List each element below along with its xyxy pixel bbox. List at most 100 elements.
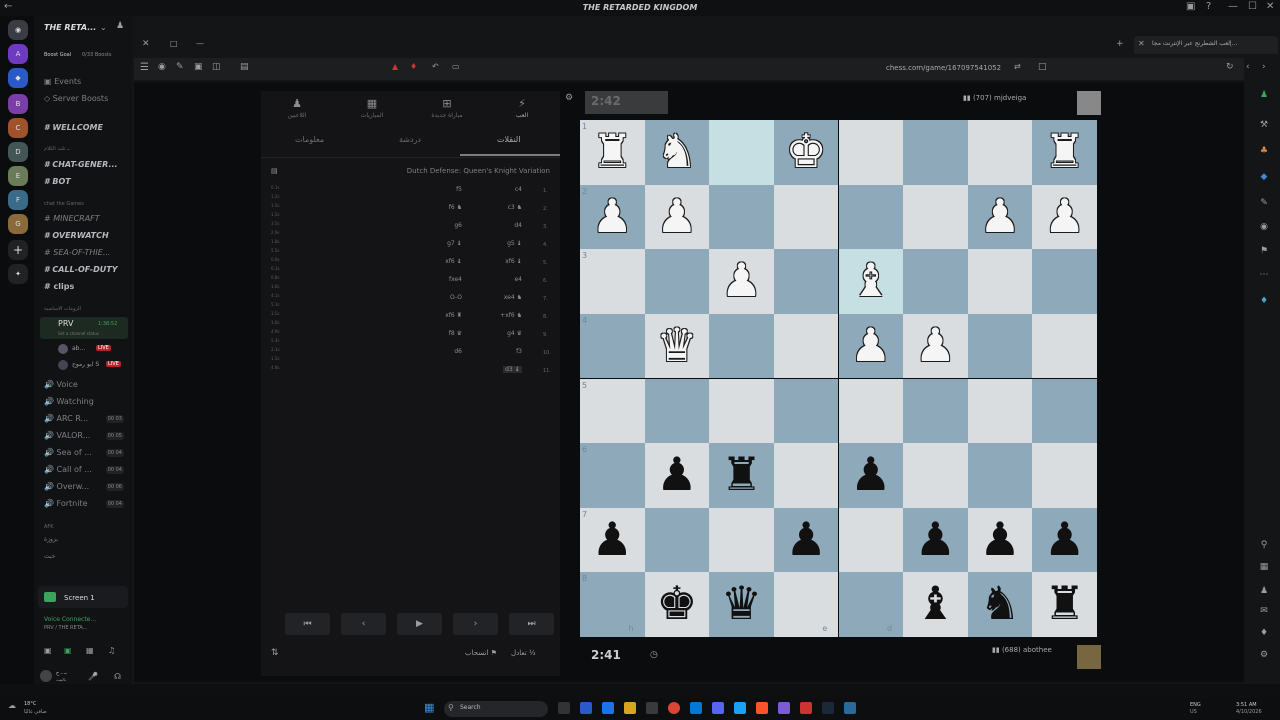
channel-item[interactable]: # CALL-OF-DUTY bbox=[44, 265, 118, 274]
black-move[interactable]: d6 bbox=[454, 348, 462, 355]
profile-icon[interactable]: ♟ bbox=[1258, 586, 1270, 596]
clock-date[interactable]: 4/10/2026 bbox=[1236, 709, 1262, 715]
board-square[interactable] bbox=[580, 572, 645, 637]
black-piece[interactable]: ♟ bbox=[645, 443, 710, 508]
minimize-button[interactable]: — bbox=[1228, 1, 1238, 12]
add-member-icon[interactable]: ♟ bbox=[116, 21, 124, 31]
board-square[interactable] bbox=[903, 378, 968, 444]
back-icon[interactable]: ← bbox=[4, 1, 12, 12]
tab-info[interactable]: معلومات bbox=[295, 135, 324, 144]
white-move[interactable]: g4 ♛ bbox=[507, 330, 522, 337]
white-move[interactable]: c3 ♞ bbox=[508, 204, 522, 211]
black-piece[interactable]: ♜ bbox=[709, 443, 774, 508]
explore-icon[interactable]: ✦ bbox=[8, 264, 28, 284]
bell-icon[interactable]: ♦ bbox=[1258, 628, 1270, 638]
board-square[interactable] bbox=[967, 378, 1033, 444]
share-icon[interactable]: ⇄ bbox=[1014, 62, 1021, 71]
user-icon[interactable]: ♟ bbox=[1258, 90, 1270, 100]
app-icon[interactable] bbox=[800, 702, 812, 714]
mail-icon[interactable]: ✉ bbox=[1258, 606, 1270, 616]
bookmark-icon[interactable]: □ bbox=[1038, 62, 1047, 72]
opponent-avatar[interactable] bbox=[1077, 91, 1101, 115]
server-icon[interactable]: G bbox=[8, 214, 28, 234]
white-piece[interactable]: ♟ bbox=[903, 314, 968, 379]
server-icon[interactable]: B bbox=[8, 94, 28, 114]
nav-play[interactable]: ⚡ العب bbox=[486, 91, 558, 127]
server-icon[interactable]: D bbox=[8, 142, 28, 162]
shield-icon[interactable]: ◉ bbox=[158, 62, 166, 72]
board-square[interactable] bbox=[1032, 443, 1097, 508]
black-move[interactable]: xf6 ♝ bbox=[445, 258, 462, 265]
extension-icon[interactable]: ⚑ bbox=[1258, 246, 1270, 256]
board-square[interactable] bbox=[1032, 313, 1097, 379]
maximize-button[interactable]: ☐ bbox=[1248, 1, 1257, 12]
black-piece[interactable]: ♟ bbox=[580, 508, 645, 573]
resign-button[interactable]: انسحاب ⚑ bbox=[465, 649, 497, 657]
gear-icon[interactable]: ⚙ bbox=[1258, 650, 1270, 660]
black-piece[interactable]: ♜ bbox=[1032, 572, 1097, 637]
player-avatar[interactable] bbox=[1077, 645, 1101, 669]
explorer-icon[interactable] bbox=[624, 702, 636, 714]
server-boosts-item[interactable]: ◇ Server Boosts bbox=[44, 94, 108, 103]
back-nav-icon[interactable]: ‹ bbox=[1246, 62, 1250, 72]
category-label[interactable]: AFK bbox=[44, 524, 54, 530]
board-square[interactable] bbox=[838, 120, 904, 185]
nav-players[interactable]: ♟ اللاعبين bbox=[261, 91, 333, 127]
server-icon[interactable]: E bbox=[8, 166, 28, 186]
black-piece[interactable]: ♟ bbox=[839, 443, 904, 508]
channel-item[interactable]: # CHAT-GENER... bbox=[44, 160, 118, 169]
inbox-icon[interactable]: ▣ bbox=[1186, 1, 1195, 12]
black-move[interactable]: O-O bbox=[450, 294, 462, 301]
avatar[interactable] bbox=[40, 670, 52, 682]
black-move[interactable]: f6 ♞ bbox=[449, 204, 462, 211]
sidebar-icon[interactable]: ◫ bbox=[212, 62, 221, 72]
board-square[interactable] bbox=[967, 313, 1033, 379]
tab-moves[interactable]: النقلات bbox=[497, 135, 520, 144]
white-piece[interactable]: ♟ bbox=[645, 185, 710, 250]
app-icon[interactable] bbox=[778, 702, 790, 714]
black-move[interactable]: g7 ♝ bbox=[447, 240, 462, 247]
app-icon[interactable] bbox=[690, 702, 702, 714]
boost-goal[interactable]: Boost Goal bbox=[44, 52, 71, 58]
flip-board-icon[interactable]: ⇅ bbox=[271, 648, 279, 658]
app-icon[interactable] bbox=[580, 702, 592, 714]
nav-games[interactable]: ▦ المباريات bbox=[336, 91, 408, 127]
board-square[interactable] bbox=[838, 507, 904, 573]
steam-icon[interactable] bbox=[822, 702, 834, 714]
binoculars-icon[interactable]: ◉ bbox=[1258, 222, 1270, 232]
weather-desc[interactable]: صافي غالبًا bbox=[24, 709, 47, 715]
brave-rewards-icon[interactable]: ▲ bbox=[392, 62, 398, 71]
board-square[interactable] bbox=[838, 378, 904, 444]
server-icon[interactable]: A bbox=[8, 44, 28, 64]
add-server-icon[interactable]: + bbox=[8, 240, 28, 260]
puzzle-icon[interactable]: ▦ bbox=[1258, 562, 1270, 572]
play-button[interactable]: ▶ bbox=[397, 613, 442, 635]
close-button[interactable]: ✕ bbox=[1266, 1, 1274, 12]
board-square[interactable] bbox=[903, 120, 968, 185]
black-piece[interactable]: ♟ bbox=[903, 508, 968, 573]
weather-icon[interactable]: ☁ bbox=[8, 701, 16, 710]
white-move[interactable]: +xf6 ♞ bbox=[500, 312, 522, 319]
white-piece[interactable]: ♜ bbox=[580, 120, 645, 185]
window-icon[interactable]: □ bbox=[170, 39, 178, 48]
share-screen-icon[interactable]: ▣ bbox=[64, 646, 72, 655]
discord-home-icon[interactable]: ◉ bbox=[8, 20, 28, 40]
brave-shields-icon[interactable]: ♦ bbox=[410, 62, 417, 71]
tab-title[interactable]: إلعب الشطرنج عبر الإنترنت مجا... bbox=[1152, 40, 1237, 47]
extension-icon[interactable]: ✎ bbox=[1258, 198, 1270, 208]
black-piece[interactable]: ♛ bbox=[709, 572, 774, 637]
white-piece[interactable]: ♟ bbox=[709, 249, 774, 314]
white-move[interactable]: f3 bbox=[516, 348, 522, 355]
board-square[interactable] bbox=[773, 249, 839, 314]
player-name[interactable]: ▮▮ (688) abothee bbox=[992, 646, 1052, 654]
discord-icon[interactable] bbox=[712, 702, 724, 714]
board-square[interactable] bbox=[580, 313, 645, 379]
wrench-icon[interactable]: ⚒ bbox=[1258, 120, 1270, 130]
black-move[interactable]: xf6 ♜ bbox=[445, 312, 462, 319]
headphones-icon[interactable]: ☊ bbox=[114, 672, 121, 681]
clock-time[interactable]: 3:51 AM bbox=[1236, 702, 1257, 708]
camera-icon[interactable]: ▣ bbox=[44, 646, 52, 655]
voice-user[interactable]: ab... bbox=[72, 345, 85, 352]
first-move-button[interactable]: ⏮ bbox=[285, 613, 330, 635]
start-button[interactable]: ▦ bbox=[424, 702, 436, 714]
